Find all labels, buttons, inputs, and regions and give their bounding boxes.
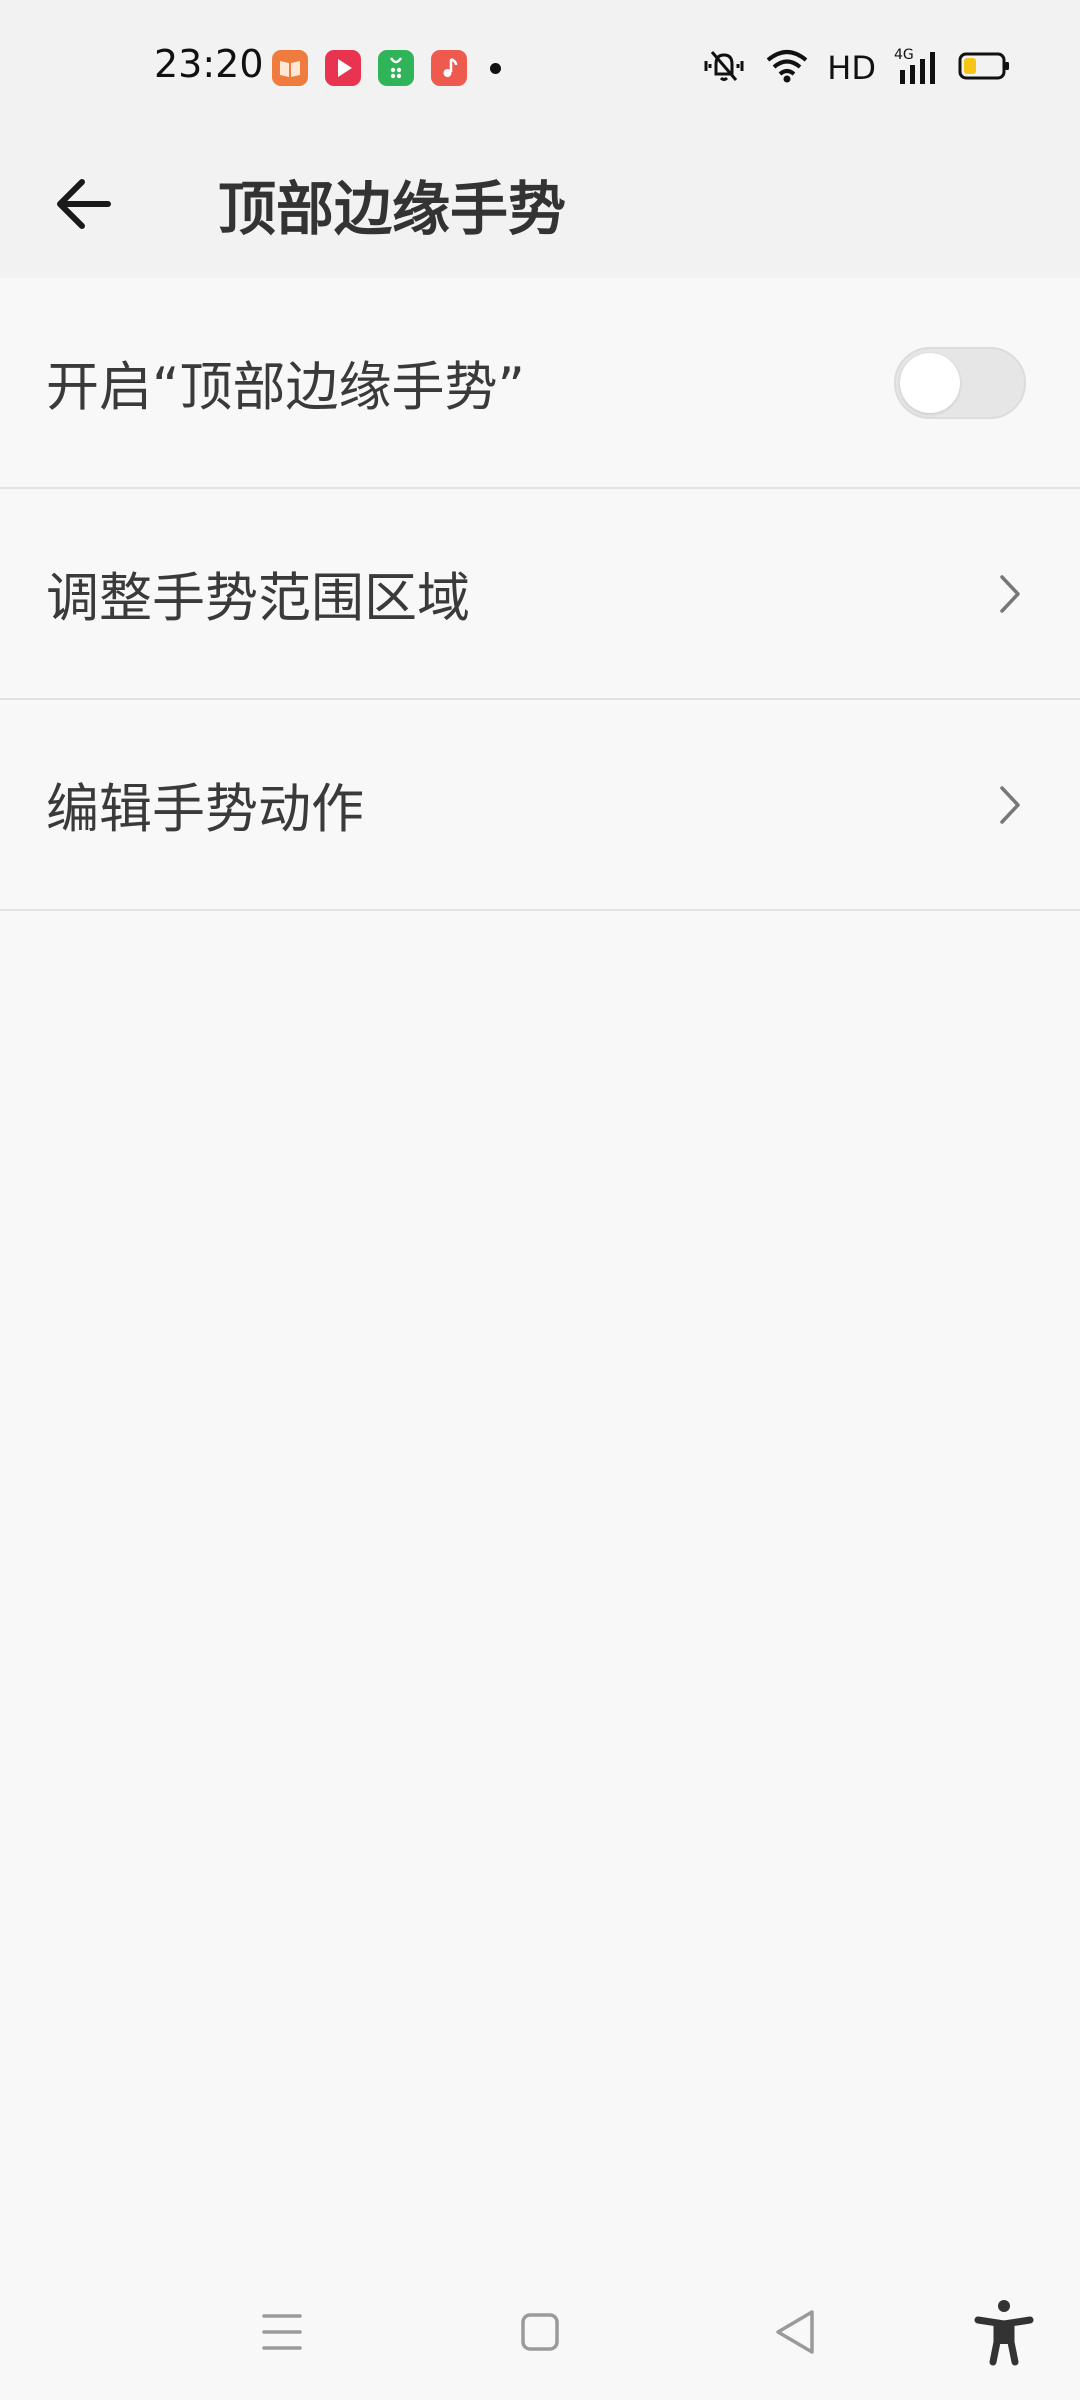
wifi-icon — [765, 48, 809, 88]
toggle-knob — [900, 352, 960, 413]
svg-text:4G: 4G — [894, 47, 914, 63]
page-title: 顶部边缘手势 — [218, 175, 567, 243]
video-app-icon — [325, 50, 361, 86]
status-icons: HD 4G — [701, 46, 1010, 90]
setting-label: 调整手势范围区域 — [46, 567, 470, 629]
menu-icon — [262, 2314, 302, 2350]
chevron-right-icon — [1000, 574, 1020, 613]
back-button[interactable] — [48, 164, 128, 244]
back-icon — [776, 2310, 814, 2354]
reader-app-icon — [272, 50, 308, 86]
battery-icon — [958, 51, 1010, 85]
more-notifications-dot — [490, 62, 501, 74]
notification-app-icons — [272, 50, 501, 86]
network-hd-label: HD — [827, 49, 876, 87]
music-app-icon — [431, 50, 467, 86]
home-button[interactable] — [500, 2292, 580, 2372]
accessibility-icon — [974, 2300, 1034, 2366]
status-bar: 23:20 HD 4G — [0, 0, 1080, 132]
back-arrow-icon — [57, 179, 111, 229]
screen: 23:20 HD 4G 顶部边缘手势 开启“顶部边缘手势” 调整手势范围区域 编… — [0, 0, 1080, 2400]
chevron-right-icon — [1000, 785, 1020, 824]
home-icon — [521, 2313, 559, 2351]
navigation-bar — [0, 2272, 1080, 2400]
setting-row-adjust-gesture-area[interactable]: 调整手势范围区域 — [0, 489, 1080, 700]
app-header: 顶部边缘手势 — [0, 132, 1080, 278]
store-app-icon — [378, 50, 414, 86]
status-time: 23:20 — [154, 42, 264, 86]
signal-icon: 4G — [894, 46, 940, 90]
system-back-button[interactable] — [756, 2292, 836, 2372]
setting-row-edit-gesture-actions[interactable]: 编辑手势动作 — [0, 700, 1080, 911]
accessibility-button[interactable] — [964, 2292, 1044, 2372]
setting-label: 开启“顶部边缘手势” — [46, 356, 525, 418]
enable-gesture-toggle[interactable] — [894, 346, 1026, 419]
recent-apps-button[interactable] — [242, 2292, 322, 2372]
mute-vibrate-icon — [701, 46, 747, 90]
settings-list: 开启“顶部边缘手势” 调整手势范围区域 编辑手势动作 — [0, 278, 1080, 911]
setting-label: 编辑手势动作 — [46, 778, 364, 840]
setting-row-enable-top-edge-gesture[interactable]: 开启“顶部边缘手势” — [0, 278, 1080, 489]
